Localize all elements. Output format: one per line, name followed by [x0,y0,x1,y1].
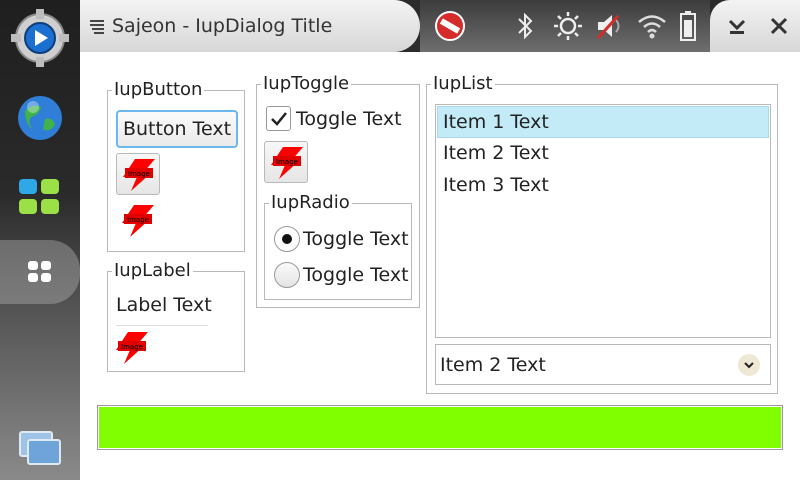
web-browser-button[interactable] [0,86,80,150]
volume-muted-icon [592,8,628,44]
media-player-button[interactable] [0,6,80,70]
list-frame: IupList Item 1 Text Item 2 Text Item 3 T… [426,73,778,394]
bluetooth-icon [510,8,540,44]
applications-button[interactable] [0,166,80,230]
image-icon: Image [271,147,303,179]
label-image-text: Image [121,343,143,351]
window-buttons [710,0,800,52]
radio-button[interactable] [274,262,300,288]
menu-icon [90,20,104,34]
label-image: Image [116,332,148,364]
toggle-label: Toggle Text [296,107,402,130]
list-box[interactable]: Item 1 Text Item 2 Text Item 3 Text [435,104,771,338]
progress-bar-fill [99,407,781,448]
label-separator [116,325,208,326]
close-button[interactable] [762,10,796,42]
task-switcher-icon [19,431,61,465]
button-frame: IupButton Button Text Image Image [107,79,245,252]
chevron-down-icon[interactable] [738,354,760,376]
list-item-selected[interactable]: Item 1 Text [437,106,769,138]
radio-option-label: Toggle Text [303,264,409,286]
close-icon [770,17,788,35]
checkbox-box[interactable] [266,106,291,131]
label-frame: IupLabel Label Text Image [107,260,245,372]
image-toggle-text: Image [276,158,298,166]
status-area[interactable] [420,0,710,52]
list-frame-title: IupList [431,73,495,95]
button-frame-title: IupButton [112,79,205,101]
minimize-button[interactable] [720,10,754,42]
radio-button[interactable] [274,226,300,252]
list-item[interactable]: Item 3 Text [437,171,769,203]
flat-image-text: Image [127,216,149,224]
desktop-sidebar [0,0,80,480]
image-icon: Image [122,205,154,237]
dropdown[interactable]: Item 2 Text [435,344,771,385]
toggle-checkbox[interactable]: Toggle Text [266,106,402,131]
list-item-label: Item 3 Text [443,174,549,196]
radio-selected-dot [282,234,292,244]
dashboard-icon [28,261,51,282]
toggle-frame-title: IupToggle [261,73,352,95]
brightness-icon [550,8,586,44]
title-bar: Sajeon - IupDialog Title [80,0,800,52]
radio-option-label: Toggle Text [303,228,409,250]
radio-option-1[interactable]: Toggle Text [274,226,409,252]
list-item[interactable]: Item 2 Text [437,139,769,171]
radio-frame-title: IupRadio [269,192,352,214]
image-button[interactable]: Image [116,153,160,195]
image-icon: Image [123,159,155,191]
minimize-icon [728,19,746,34]
no-entry-icon [432,8,468,44]
globe-icon [18,96,62,140]
radio-option-2[interactable]: Toggle Text [274,262,409,288]
progress-bar [97,405,783,450]
dropdown-value: Item 2 Text [440,354,546,376]
dialog-client-area: IupButton Button Text Image Image IupLab… [80,52,800,480]
apps-grid-icon [19,179,59,214]
label-text: Label Text [116,294,212,316]
task-switcher-button[interactable] [0,416,80,480]
image-button-text: Image [128,170,150,178]
battery-icon [676,8,700,44]
checkmark-icon [270,111,287,126]
dashboard-button[interactable] [0,240,80,304]
radio-frame: IupRadio Toggle Text Toggle Text [264,192,412,300]
image-toggle[interactable]: Image [264,141,308,183]
list-item-label: Item 1 Text [443,111,549,133]
window-title: Sajeon - IupDialog Title [112,15,333,37]
flat-image-button[interactable]: Image [122,205,154,237]
image-icon: Image [116,332,148,364]
toggle-frame: IupToggle Toggle Text Image IupRadio Tog… [256,73,420,308]
media-player-icon [11,9,69,67]
label-frame-title: IupLabel [112,260,193,282]
text-button-label: Button Text [122,118,232,140]
wifi-icon [634,8,670,44]
window-title-area[interactable]: Sajeon - IupDialog Title [80,0,420,52]
list-item-label: Item 2 Text [443,142,549,164]
text-button[interactable]: Button Text [116,110,238,148]
